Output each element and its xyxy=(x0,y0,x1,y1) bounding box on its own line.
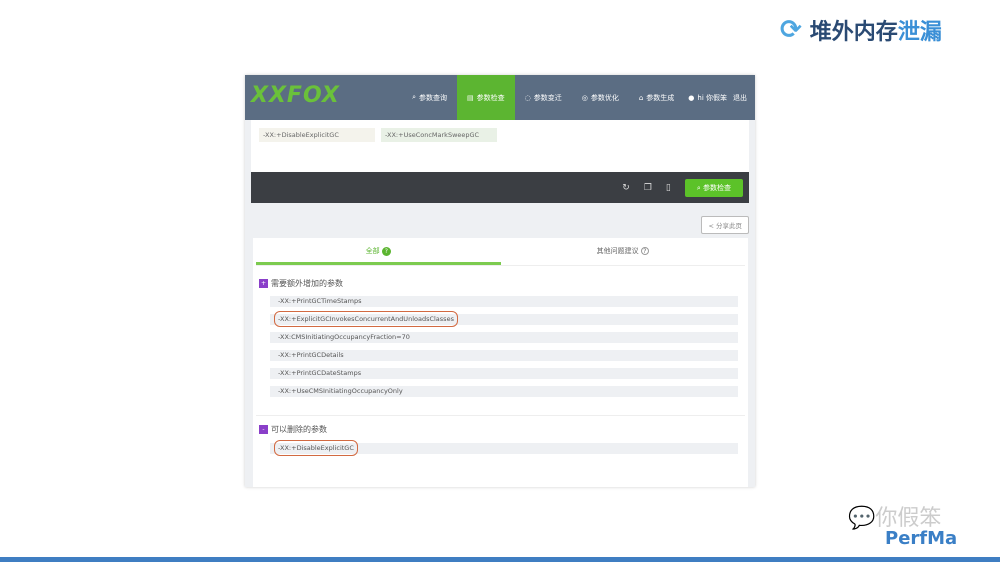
check-circle-icon: ◎ xyxy=(581,93,588,102)
tab-all[interactable]: 全部 ? xyxy=(256,238,501,265)
section-add: + 需要额外增加的参数 xyxy=(259,279,343,288)
doc-icon: ▤ xyxy=(466,93,474,102)
param-tag[interactable]: -XX:+DisableExplicitGC xyxy=(259,128,375,142)
recycle-icon: ⟳ xyxy=(780,15,802,45)
slide-title: ⟳ 堆外内存泄漏 xyxy=(780,15,942,45)
brand-logo: PerfMa xyxy=(885,528,958,549)
tab-other-suggestions[interactable]: 其他问题建议 ? xyxy=(501,238,746,265)
top-nav: XXFOX ⌕ 参数查询 ▤ 参数检查 ◌ 参数变迁 ◎ 参数优化 ⌂ 参数生成 ● hi … xyxy=(245,75,755,120)
section-remove: - 可以删除的参数 xyxy=(259,424,748,435)
divider xyxy=(256,415,745,416)
user-menu[interactable]: ● hi 你假笨 xyxy=(684,75,731,120)
list-item: -XX:+PrintGCDetails xyxy=(270,350,738,361)
list-item: -XX:+UseCMSInitiatingOccupancyOnly xyxy=(270,386,738,397)
list-item-highlighted: -XX:+ExplicitGCInvokesConcurrentAndUnloa… xyxy=(270,311,738,327)
app-screenshot: XXFOX ⌕ 参数查询 ▤ 参数检查 ◌ 参数变迁 ◎ 参数优化 ⌂ 参数生成 ● hi … xyxy=(245,75,755,487)
nav-param-history[interactable]: ◌ 参数变迁 xyxy=(515,75,572,120)
reset-icon[interactable]: ↻ xyxy=(622,183,630,193)
user-icon: ● xyxy=(688,93,695,102)
build-icon: ⌂ xyxy=(638,93,644,102)
list-item: -XX:CMSInitiatingOccupancyFraction=70 xyxy=(270,332,738,343)
file-icon[interactable]: ▯ xyxy=(666,183,671,193)
nav-param-check[interactable]: ▤ 参数检查 xyxy=(456,75,515,120)
search-icon: ⌕ xyxy=(412,93,416,101)
param-input[interactable]: -XX:+DisableExplicitGC -XX:+UseConcMarkS… xyxy=(251,120,749,172)
logout-link[interactable]: 退出 xyxy=(731,75,749,120)
plus-icon: + xyxy=(259,279,268,288)
param-tag[interactable]: -XX:+UseConcMarkSweepGC xyxy=(381,128,497,142)
results-card: 全部 ? 其他问题建议 ? + 需要额外增加的参数 -XX:+PrintGCTim… xyxy=(253,238,748,487)
copy-icon[interactable]: ❐ xyxy=(644,183,652,193)
logo: XXFOX xyxy=(251,83,340,108)
refresh-icon: ◌ xyxy=(524,93,531,102)
bottom-bar xyxy=(0,557,1000,562)
check-button[interactable]: ⌕ 参数检查 xyxy=(684,178,743,197)
badge: ? xyxy=(381,247,391,256)
help-icon: ? xyxy=(640,247,649,255)
list-item: -XX:+PrintGCDateStamps xyxy=(270,368,738,379)
minus-icon: - xyxy=(259,425,268,434)
list-item: -XX:+PrintGCTimeStamps xyxy=(270,296,738,307)
nav-param-generate[interactable]: ⌂ 参数生成 xyxy=(629,75,684,120)
list-item-highlighted: -XX:+DisableExplicitGC xyxy=(270,440,738,456)
share-button[interactable]: < 分享此页 xyxy=(701,216,749,234)
nav-param-optimize[interactable]: ◎ 参数优化 xyxy=(572,75,629,120)
input-toolbar: ↻ ❐ ▯ ⌕ 参数检查 xyxy=(251,172,749,203)
nav-param-query[interactable]: ⌕ 参数查询 xyxy=(402,75,457,120)
wechat-icon: 💬 xyxy=(848,506,876,531)
